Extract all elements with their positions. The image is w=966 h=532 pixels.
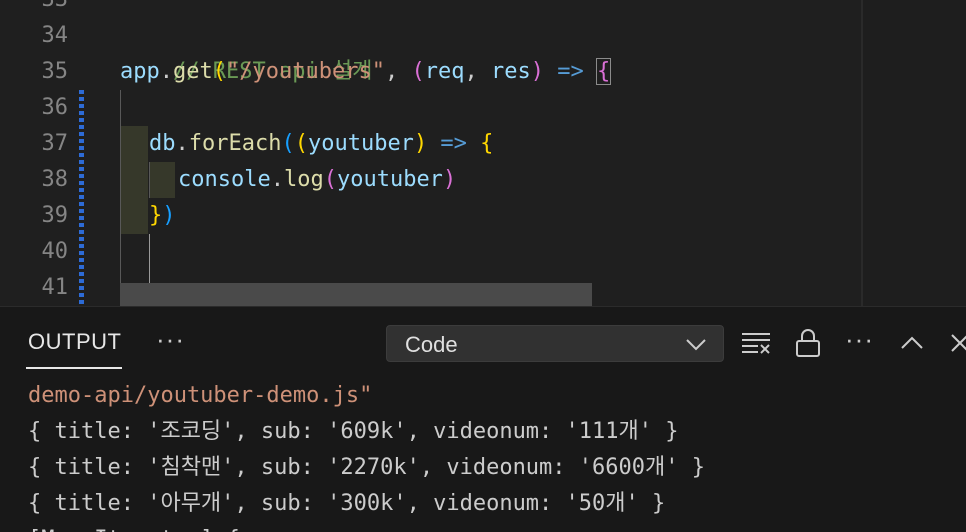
token: get <box>173 59 213 84</box>
code-line-37: db.forEach((youtuber) => { <box>149 126 493 162</box>
line-number: 40 <box>41 239 69 264</box>
close-icon[interactable] <box>946 327 966 359</box>
token: . <box>175 131 189 156</box>
token: { <box>480 131 494 156</box>
token: ( <box>281 131 295 156</box>
token: , <box>464 59 491 84</box>
token: forEach <box>188 131 282 156</box>
token: ( <box>411 59 425 84</box>
token: => <box>543 59 597 84</box>
minimap[interactable] <box>863 0 966 306</box>
output-line: { title: '아무개', sub: '300k', videonum: '… <box>28 491 666 516</box>
token: app <box>120 59 160 84</box>
active-tab-indicator <box>26 367 122 369</box>
token: youtuber <box>336 167 443 192</box>
output-line: [Map Iterator] { <box>28 522 240 532</box>
code-line-39: }) <box>149 198 176 234</box>
output-line: demo-api/youtuber-demo.js" <box>28 383 373 408</box>
indent-highlight <box>120 126 148 234</box>
token: req <box>424 59 465 84</box>
token: db <box>149 131 176 156</box>
line-number: 39 <box>41 203 69 228</box>
token: ) <box>442 167 457 192</box>
more-actions-button[interactable]: ··· <box>845 324 874 355</box>
code-line-38: console.log(youtuber) <box>178 162 456 198</box>
token: res <box>490 59 531 84</box>
code-line-35: app.get("/youtubers", (req, res) => { <box>120 54 612 90</box>
lock-icon[interactable] <box>792 327 824 359</box>
token: => <box>427 131 481 156</box>
clear-output-icon[interactable] <box>740 327 772 359</box>
output-channel-select[interactable]: Code <box>386 325 724 362</box>
line-number: 33 <box>0 0 69 18</box>
tab-output[interactable]: OUTPUT <box>28 329 121 355</box>
token: ( <box>212 59 226 84</box>
indent-highlight <box>149 162 175 198</box>
output-line: { title: '침착맨', sub: '2270k', videonum: … <box>28 455 705 480</box>
token: } <box>149 203 163 228</box>
horizontal-scrollbar[interactable] <box>120 283 592 306</box>
output-line: { title: '조코딩', sub: '609k', videonum: '… <box>28 419 679 444</box>
line-number: 35 <box>41 59 69 84</box>
token: ( <box>323 167 337 192</box>
token: "/youtubers" <box>226 59 385 84</box>
line-number: 36 <box>41 95 69 120</box>
token: log <box>283 167 324 192</box>
code-editor[interactable]: 33 34 35 36 37 38 39 40 41 // REST api 설… <box>0 0 966 306</box>
line-number: 34 <box>41 23 69 48</box>
modified-lines-indicator[interactable] <box>79 90 84 306</box>
token: , <box>384 59 412 84</box>
output-panel[interactable]: demo-api/youtuber-demo.js" { title: '조코딩… <box>0 376 966 532</box>
token: . <box>159 59 173 84</box>
indent-guide <box>149 162 150 198</box>
code-line-34: // REST api 설계 <box>120 18 372 84</box>
line-number: 38 <box>41 167 69 192</box>
line-number: 37 <box>41 131 69 156</box>
token: youtuber <box>307 131 414 156</box>
output-channel-value: Code <box>405 332 458 357</box>
more-tabs-button[interactable]: ··· <box>156 324 185 355</box>
token: ) <box>413 131 428 156</box>
token: ) <box>162 203 176 228</box>
panel-header: OUTPUT ··· Code ··· <box>0 306 966 377</box>
chevron-down-icon <box>686 339 706 351</box>
token: . <box>270 167 284 192</box>
line-number: 41 <box>41 275 69 300</box>
token: console <box>178 167 271 192</box>
chevron-up-icon[interactable] <box>896 327 928 359</box>
matched-brace: { <box>595 58 612 85</box>
token: ( <box>294 131 308 156</box>
token: ) <box>530 59 544 84</box>
